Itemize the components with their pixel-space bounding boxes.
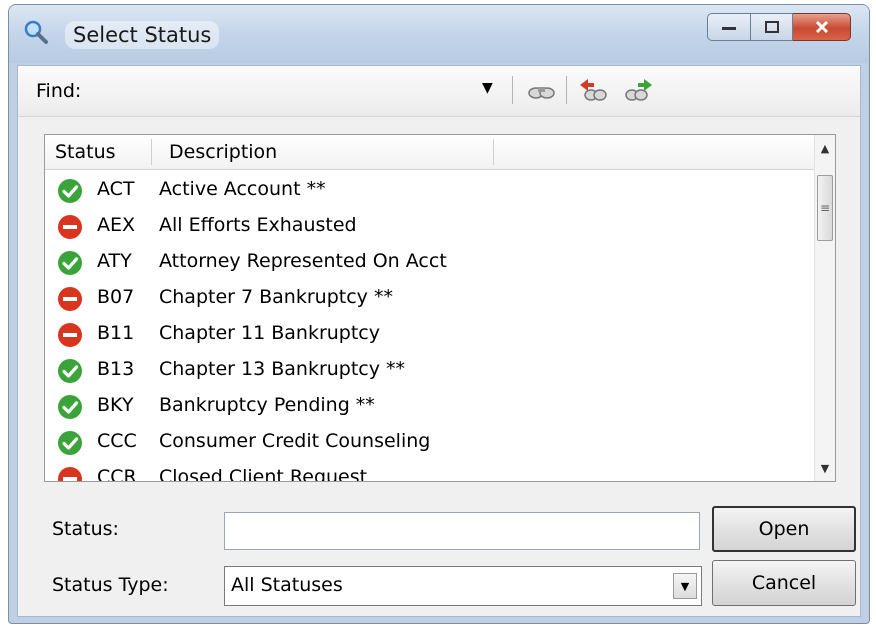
title-bar[interactable]: Select Status: [9, 5, 869, 63]
select-status-window: Select Status Find: ▼ Status Description…: [8, 4, 870, 624]
list-header: Status Description: [45, 135, 817, 170]
status-code: B13: [97, 358, 135, 380]
list-item[interactable]: B07 Chapter 7 Bankruptcy **: [45, 281, 817, 317]
window-title: Select Status: [65, 21, 220, 49]
status-label: Status:: [52, 518, 119, 540]
find-icon[interactable]: [526, 78, 556, 104]
status-type-select[interactable]: All Statuses ▼: [224, 566, 702, 606]
check-icon: [58, 359, 82, 383]
close-button[interactable]: [793, 13, 851, 41]
status-code: CCR: [97, 466, 137, 482]
find-label: Find:: [36, 80, 82, 102]
chevron-down-icon[interactable]: ▼: [673, 573, 697, 599]
status-description: Chapter 11 Bankruptcy: [159, 322, 380, 344]
maximize-icon: [764, 21, 779, 33]
status-field[interactable]: [224, 512, 700, 550]
check-icon: [58, 179, 82, 203]
minimize-button[interactable]: [707, 13, 751, 41]
status-description: Chapter 13 Bankruptcy **: [159, 358, 406, 380]
scroll-thumb[interactable]: ≡: [817, 175, 833, 241]
no-entry-icon: [58, 287, 82, 311]
no-entry-icon: [58, 323, 82, 347]
status-description: Active Account **: [159, 178, 326, 200]
column-divider[interactable]: [493, 139, 494, 165]
find-toolbar: Find: ▼: [18, 66, 860, 117]
dialog-client-area: Find: ▼ Status Description ACT Active Ac…: [17, 65, 861, 617]
no-entry-icon: [58, 215, 82, 239]
status-description: Bankruptcy Pending **: [159, 394, 375, 416]
no-entry-icon: [58, 467, 82, 481]
toolbar-separator: [566, 76, 567, 104]
close-icon: [815, 20, 828, 34]
check-icon: [58, 251, 82, 275]
status-description: Attorney Represented On Acct: [159, 250, 447, 272]
list-rows: ACT Active Account ** AEX All Efforts Exhau…: [45, 173, 817, 482]
status-description: All Efforts Exhausted: [159, 214, 357, 236]
find-dropdown-arrow[interactable]: ▼: [482, 80, 493, 96]
status-description: Closed Client Request: [159, 466, 368, 482]
column-divider[interactable]: [151, 139, 152, 165]
cancel-button[interactable]: Cancel: [712, 560, 856, 606]
list-item[interactable]: B11 Chapter 11 Bankruptcy: [45, 317, 817, 353]
list-item[interactable]: ATY Attorney Represented On Acct: [45, 245, 817, 281]
status-code: B07: [97, 286, 135, 308]
status-list[interactable]: Status Description ACT Active Account ** A…: [44, 134, 836, 482]
list-item[interactable]: AEX All Efforts Exhausted: [45, 209, 817, 245]
status-description: Chapter 7 Bankruptcy **: [159, 286, 393, 308]
minimize-icon: [722, 27, 736, 30]
find-next-icon[interactable]: [624, 78, 654, 104]
scroll-up-arrow[interactable]: ▲: [815, 137, 835, 159]
caption-buttons: [707, 13, 851, 41]
list-item[interactable]: B13 Chapter 13 Bankruptcy **: [45, 353, 817, 389]
status-type-value: All Statuses: [231, 574, 343, 596]
list-item[interactable]: CCC Consumer Credit Counseling: [45, 425, 817, 461]
status-code: BKY: [97, 394, 134, 416]
toolbar-separator: [512, 76, 513, 104]
status-code: ACT: [97, 178, 135, 200]
magnifier-icon: [24, 20, 48, 44]
status-code: CCC: [97, 430, 137, 452]
status-code: ATY: [97, 250, 132, 272]
status-type-label: Status Type:: [52, 574, 169, 596]
column-header-status[interactable]: Status: [55, 141, 116, 163]
status-code: B11: [97, 322, 135, 344]
column-header-description[interactable]: Description: [169, 141, 277, 163]
list-item[interactable]: ACT Active Account **: [45, 173, 817, 209]
find-previous-icon[interactable]: [578, 78, 608, 104]
vertical-scrollbar[interactable]: ▲ ≡ ▼: [814, 135, 835, 481]
check-icon: [58, 431, 82, 455]
scroll-down-arrow[interactable]: ▼: [815, 457, 835, 479]
status-code: AEX: [97, 214, 136, 236]
list-item[interactable]: CCR Closed Client Request: [45, 461, 817, 482]
list-item[interactable]: BKY Bankruptcy Pending **: [45, 389, 817, 425]
maximize-button[interactable]: [751, 13, 793, 41]
open-button[interactable]: Open: [712, 506, 856, 552]
check-icon: [58, 395, 82, 419]
status-description: Consumer Credit Counseling: [159, 430, 431, 452]
